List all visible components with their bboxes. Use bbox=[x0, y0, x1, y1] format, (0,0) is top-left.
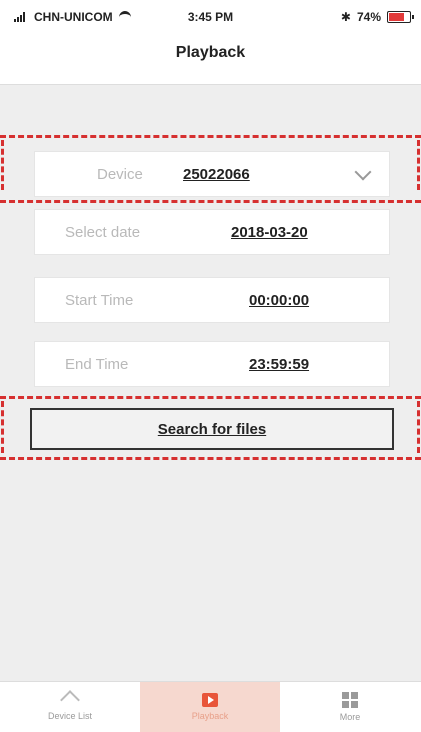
bluetooth-icon: ✱ bbox=[340, 10, 351, 24]
page-title: Playback bbox=[175, 44, 246, 61]
end-time-label: End Time bbox=[65, 355, 129, 373]
battery-level bbox=[389, 13, 404, 21]
tab-more[interactable]: More bbox=[280, 682, 420, 732]
tab-label: More bbox=[339, 712, 361, 722]
playback-icon bbox=[202, 693, 218, 707]
device-highlight-left bbox=[1, 140, 7, 190]
device-value[interactable]: 25022066 bbox=[183, 166, 250, 183]
search-highlight-right bbox=[414, 401, 420, 453]
date-picker[interactable]: Select date 2018-03-20 bbox=[34, 209, 390, 255]
device-label: Device bbox=[97, 165, 143, 183]
battery-text: 74% bbox=[356, 10, 381, 24]
end-time-value[interactable]: 23:59:59 bbox=[249, 356, 309, 373]
tab-label: Playback bbox=[191, 711, 229, 721]
device-selector[interactable]: Device 25022066 bbox=[34, 151, 390, 197]
nav-bar: Playback bbox=[0, 36, 421, 85]
chevron-down-icon[interactable] bbox=[354, 163, 372, 181]
playback-form: Device 25022066 Select date 2018-03-20 S… bbox=[0, 85, 421, 681]
tab-playback[interactable]: Playback bbox=[140, 682, 280, 732]
battery-icon bbox=[387, 11, 414, 23]
status-bar: CHN-UNICOM 3:45 PM ✱ 74% bbox=[0, 0, 421, 36]
date-label: Select date bbox=[65, 223, 141, 241]
start-time-label: Start Time bbox=[65, 291, 134, 309]
search-files-button[interactable]: Search for files bbox=[30, 408, 394, 450]
tab-label: Device List bbox=[47, 711, 92, 721]
grid-icon bbox=[342, 692, 358, 708]
start-time-value[interactable]: 00:00:00 bbox=[249, 292, 309, 309]
start-time-picker[interactable]: Start Time 00:00:00 bbox=[34, 277, 390, 323]
date-value[interactable]: 2018-03-20 bbox=[231, 224, 308, 241]
home-icon bbox=[62, 693, 78, 707]
tab-bar: Device List Playback More bbox=[0, 681, 421, 732]
end-time-picker[interactable]: End Time 23:59:59 bbox=[34, 341, 390, 387]
tab-device-list[interactable]: Device List bbox=[0, 682, 140, 732]
search-highlight-left bbox=[1, 401, 7, 453]
device-highlight-right bbox=[414, 140, 420, 190]
status-right: ✱ 74% bbox=[340, 10, 414, 24]
